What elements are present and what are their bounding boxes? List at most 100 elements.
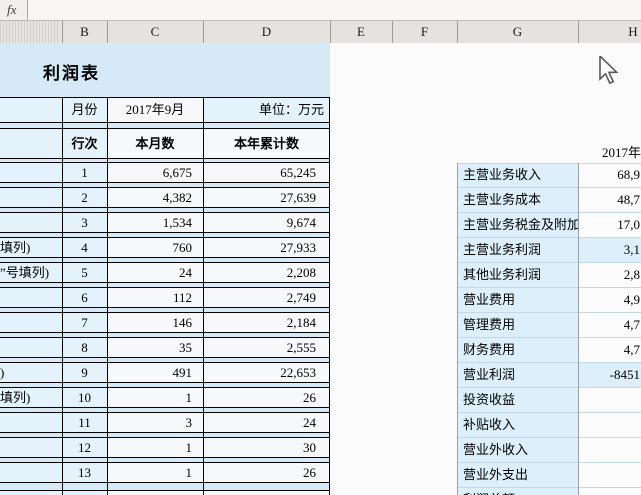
row-line-no-cell[interactable]: 12 [62, 438, 107, 457]
account-value-cell[interactable]: -8451 [578, 363, 641, 387]
formula-input[interactable] [28, 0, 641, 20]
account-value-cell[interactable]: 4,9 [578, 288, 641, 312]
row-ytd-value-cell[interactable]: 2,184 [203, 313, 330, 332]
row-month-value-cell[interactable]: 491 [107, 363, 203, 382]
row-label-tail-cell[interactable]: ”号填列) [0, 263, 62, 282]
row-line-no-cell[interactable]: 8 [62, 338, 107, 357]
row-ytd-value-cell[interactable]: 65,245 [203, 163, 330, 182]
month-row-a-cell[interactable] [0, 98, 62, 122]
account-label-cell[interactable]: 投资收益 [457, 388, 578, 412]
row-label-tail-cell[interactable] [0, 313, 62, 332]
row-line-no-cell[interactable]: 11 [62, 413, 107, 432]
row-month-value-cell[interactable]: 1 [107, 388, 203, 407]
row-line-no-cell[interactable]: 2 [62, 188, 107, 207]
account-label-cell[interactable]: 主营业务利润 [457, 238, 578, 262]
row-month-value-cell[interactable]: 760 [107, 238, 203, 257]
row-label-tail-cell[interactable] [0, 213, 62, 232]
row-month-value-cell[interactable]: 24 [107, 263, 203, 282]
account-label-cell[interactable]: 营业费用 [457, 288, 578, 312]
row-label-tail-cell[interactable] [0, 463, 62, 482]
column-header-3[interactable]: E [330, 21, 392, 43]
row-line-no-cell[interactable]: 7 [62, 313, 107, 332]
account-value-cell[interactable] [578, 413, 641, 437]
header-month-amount[interactable]: 本月数 [107, 129, 203, 158]
account-value-cell[interactable] [578, 463, 641, 487]
account-label-cell[interactable]: 财务费用 [457, 338, 578, 362]
partial-a-cell[interactable] [0, 491, 62, 495]
row-ytd-value-cell[interactable]: 26 [203, 388, 330, 407]
row-ytd-value-cell[interactable]: 2,208 [203, 263, 330, 282]
column-header-0[interactable]: B [62, 21, 107, 43]
sheet-title[interactable]: 利润表 [43, 59, 100, 84]
row-month-value-cell[interactable]: 1,534 [107, 213, 203, 232]
account-value-cell[interactable]: 2,8 [578, 263, 641, 287]
fx-icon[interactable]: fx [7, 1, 25, 19]
row-label-tail-cell[interactable]: 填列) [0, 238, 62, 257]
account-value-cell[interactable] [578, 438, 641, 462]
column-header-4[interactable]: F [392, 21, 457, 43]
row-month-value-cell[interactable]: 3 [107, 413, 203, 432]
row-month-value-cell[interactable]: 35 [107, 338, 203, 357]
column-header-1[interactable]: C [107, 21, 203, 43]
account-label-cell[interactable]: 主营业务成本 [457, 188, 578, 212]
row-line-no-cell[interactable]: 9 [62, 363, 107, 382]
row-month-value-cell[interactable]: 146 [107, 313, 203, 332]
header-line-no[interactable]: 行次 [62, 129, 107, 158]
row-label-tail-cell[interactable]: ) [0, 363, 62, 382]
account-label-cell[interactable]: 利润总额 [457, 488, 578, 495]
account-label-cell[interactable]: 补贴收入 [457, 413, 578, 437]
row-month-value-cell[interactable]: 1 [107, 438, 203, 457]
account-label-cell[interactable]: 管理费用 [457, 313, 578, 337]
row-line-no-cell[interactable]: 5 [62, 263, 107, 282]
row-ytd-value-cell[interactable]: 9,674 [203, 213, 330, 232]
column-header-6[interactable]: H [578, 21, 641, 43]
row-label-tail-cell[interactable] [0, 438, 62, 457]
column-a-partial-header[interactable] [0, 21, 58, 43]
partial-b-cell[interactable] [62, 491, 107, 495]
row-month-value-cell[interactable]: 1 [107, 463, 203, 482]
account-value-cell[interactable]: 4,7 [578, 338, 641, 362]
month-value-cell[interactable]: 2017年9月 [107, 98, 203, 122]
account-label-cell[interactable]: 其他业务利润 [457, 263, 578, 287]
header-ytd-amount[interactable]: 本年累计数 [203, 129, 330, 158]
row-label-tail-cell[interactable] [0, 188, 62, 207]
partial-d-cell[interactable] [203, 491, 330, 495]
row-label-tail-cell[interactable] [0, 338, 62, 357]
row-line-no-cell[interactable]: 3 [62, 213, 107, 232]
account-label-cell[interactable]: 营业外收入 [457, 438, 578, 462]
row-month-value-cell[interactable]: 112 [107, 288, 203, 307]
row-ytd-value-cell[interactable]: 22,653 [203, 363, 330, 382]
row-ytd-value-cell[interactable]: 30 [203, 438, 330, 457]
row-ytd-value-cell[interactable]: 24 [203, 413, 330, 432]
row-ytd-value-cell[interactable]: 27,639 [203, 188, 330, 207]
account-value-cell[interactable] [578, 488, 641, 495]
header-a-cell[interactable] [0, 129, 62, 158]
month-label-cell[interactable]: 月份 [62, 98, 107, 122]
account-value-cell[interactable]: 3,1 [578, 238, 641, 262]
account-value-cell[interactable] [578, 388, 641, 412]
row-label-tail-cell[interactable] [0, 163, 62, 182]
account-label-cell[interactable]: 营业外支出 [457, 463, 578, 487]
row-ytd-value-cell[interactable]: 27,933 [203, 238, 330, 257]
unit-label-cell[interactable]: 单位：万元 [203, 98, 330, 122]
row-line-no-cell[interactable]: 1 [62, 163, 107, 182]
account-value-cell[interactable]: 48,7 [578, 188, 641, 212]
account-label-cell[interactable]: 主营业务收入 [457, 163, 578, 187]
account-value-cell[interactable]: 68,9 [578, 163, 641, 187]
account-label-cell[interactable]: 主营业务税金及附加 [457, 213, 578, 237]
partial-c-cell[interactable] [107, 491, 203, 495]
account-label-cell[interactable]: 营业利润 [457, 363, 578, 387]
account-value-cell[interactable]: 4,7 [578, 313, 641, 337]
column-header-2[interactable]: D [203, 21, 330, 43]
year-label[interactable]: 2017年 [560, 145, 641, 161]
row-ytd-value-cell[interactable]: 2,555 [203, 338, 330, 357]
row-ytd-value-cell[interactable]: 2,749 [203, 288, 330, 307]
row-month-value-cell[interactable]: 6,675 [107, 163, 203, 182]
row-line-no-cell[interactable]: 13 [62, 463, 107, 482]
row-label-tail-cell[interactable]: 填列) [0, 388, 62, 407]
row-line-no-cell[interactable]: 6 [62, 288, 107, 307]
row-month-value-cell[interactable]: 4,382 [107, 188, 203, 207]
account-value-cell[interactable]: 17,0 [578, 213, 641, 237]
row-label-tail-cell[interactable] [0, 413, 62, 432]
row-line-no-cell[interactable]: 10 [62, 388, 107, 407]
